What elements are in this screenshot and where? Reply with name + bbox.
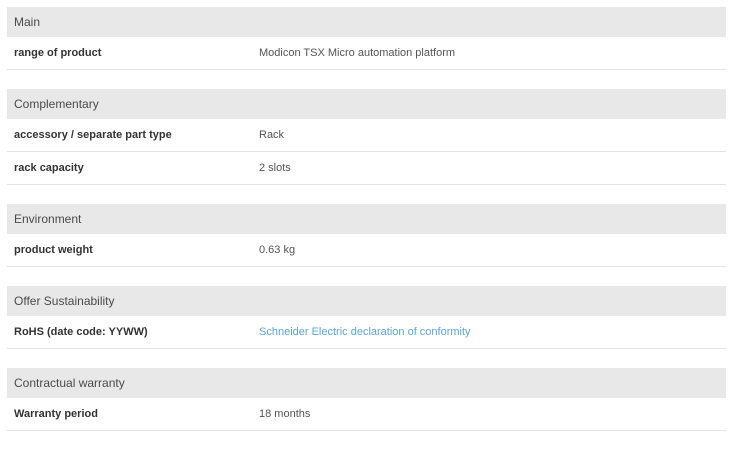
section-title-complementary: Complementary: [7, 89, 726, 119]
spec-value: 0.63 kg: [259, 244, 296, 256]
spec-row-accessory-type: accessory / separate part type Rack: [7, 119, 726, 152]
section-title-offer-sustainability: Offer Sustainability: [7, 286, 726, 316]
section-title-contractual-warranty: Contractual warranty: [7, 368, 726, 398]
spec-value: Modicon TSX Micro automation platform: [259, 47, 456, 59]
spec-row-rack-capacity: rack capacity 2 slots: [7, 152, 726, 185]
spec-value: Rack: [259, 129, 285, 141]
spec-label: rack capacity: [14, 162, 84, 174]
section-environment: Environment product weight 0.63 kg: [7, 204, 726, 267]
declaration-of-conformity-link[interactable]: Schneider Electric declaration of confor…: [259, 326, 471, 338]
spec-label: RoHS (date code: YYWW): [14, 326, 148, 338]
spec-label: range of product: [14, 47, 102, 59]
spec-row-range-of-product: range of product Modicon TSX Micro autom…: [7, 37, 726, 70]
spec-label: Warranty period: [14, 408, 98, 420]
section-complementary: Complementary accessory / separate part …: [7, 89, 726, 185]
spec-label: product weight: [14, 244, 93, 256]
section-contractual-warranty: Contractual warranty Warranty period 18 …: [7, 368, 726, 431]
section-main: Main range of product Modicon TSX Micro …: [7, 7, 726, 70]
spec-value: 2 slots: [259, 162, 291, 174]
spec-value: 18 months: [259, 408, 311, 420]
section-title-environment: Environment: [7, 204, 726, 234]
spec-sheet: Main range of product Modicon TSX Micro …: [7, 7, 726, 450]
spec-row-rohs: RoHS (date code: YYWW) Schneider Electri…: [7, 316, 726, 349]
section-offer-sustainability: Offer Sustainability RoHS (date code: YY…: [7, 286, 726, 349]
section-title-main: Main: [7, 7, 726, 37]
spec-row-product-weight: product weight 0.63 kg: [7, 234, 726, 267]
spec-row-warranty-period: Warranty period 18 months: [7, 398, 726, 431]
spec-label: accessory / separate part type: [14, 129, 172, 141]
